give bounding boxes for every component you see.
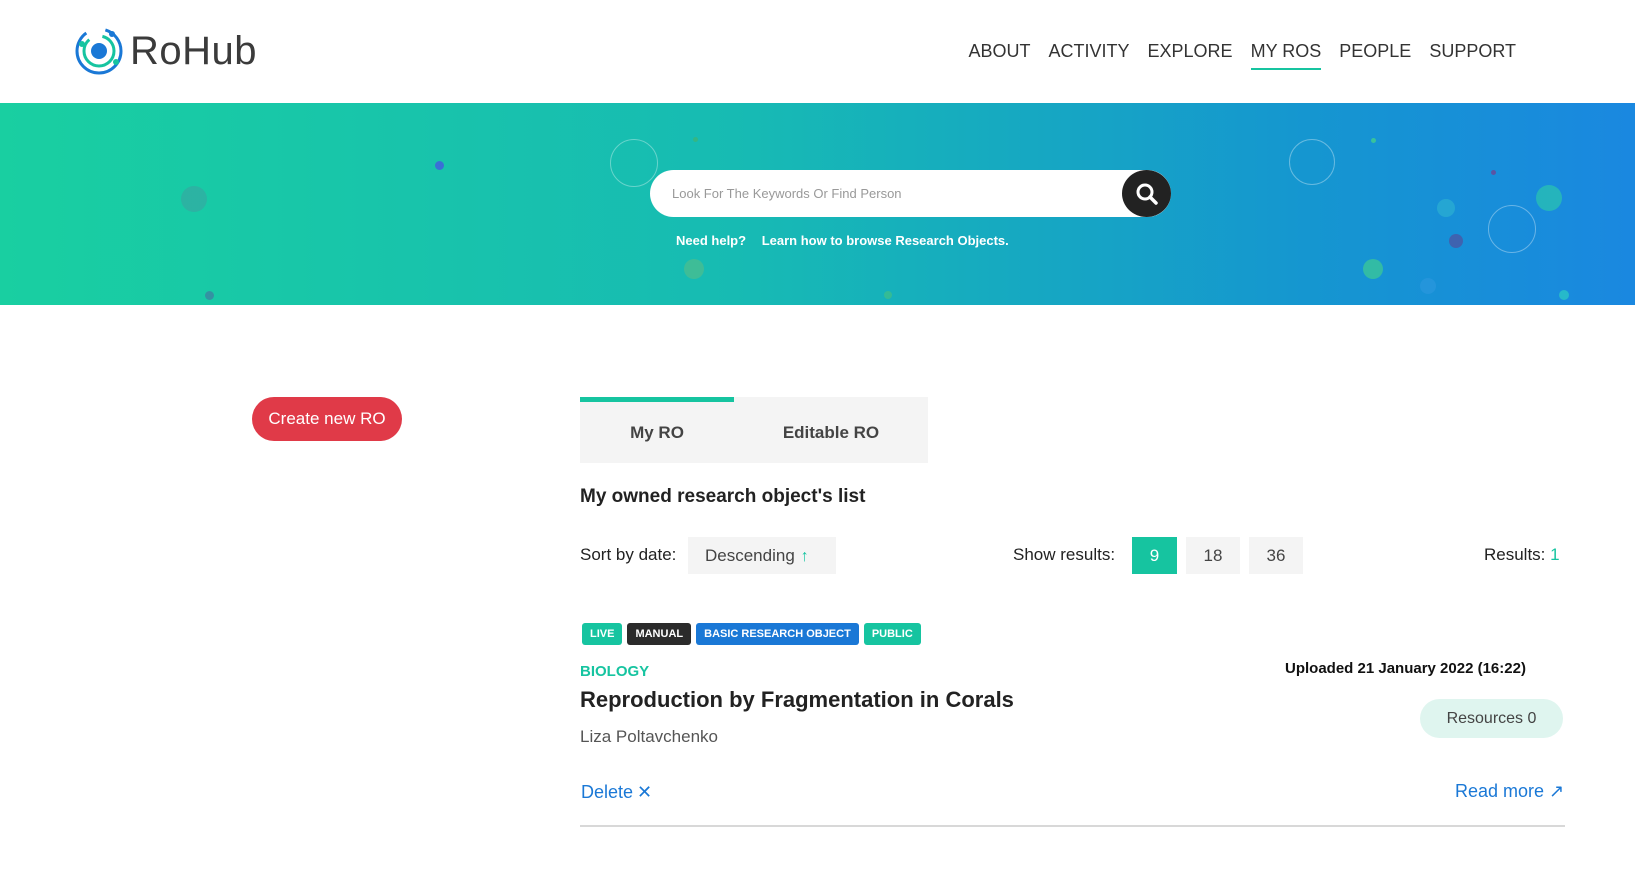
results-count: Results: 1 <box>1484 545 1560 565</box>
ro-tabs: My RO Editable RO <box>580 397 928 463</box>
search-input[interactable] <box>672 170 1112 217</box>
external-arrow-icon: ↗ <box>1549 781 1565 801</box>
decor-dot <box>884 291 892 299</box>
badge-live: LIVE <box>582 623 623 645</box>
decor-dot <box>1559 290 1569 300</box>
read-more-link[interactable]: Read more ↗ <box>1455 781 1564 802</box>
decor-dot <box>1491 170 1496 175</box>
badge-manual: MANUAL <box>627 623 692 645</box>
read-more-label: Read more <box>1455 781 1545 801</box>
nav-about[interactable]: ABOUT <box>960 40 1040 70</box>
results-number: 1 <box>1550 545 1560 564</box>
logo-text: RoHub <box>130 28 258 73</box>
create-new-ro-button[interactable]: Create new RO <box>252 397 402 441</box>
nav-my-ros[interactable]: MY ROS <box>1242 40 1331 70</box>
badge-public: PUBLIC <box>863 623 921 645</box>
arrow-up-icon: ↑ <box>800 548 809 565</box>
chart-bubble-icon <box>610 139 658 187</box>
page-size-36-button[interactable]: 36 <box>1249 537 1303 574</box>
results-label: Results: <box>1484 545 1546 564</box>
tab-editable-ro[interactable]: Editable RO <box>734 397 928 463</box>
decor-dot <box>1437 199 1455 217</box>
nav-people[interactable]: PEOPLE <box>1330 40 1420 70</box>
nav-explore[interactable]: EXPLORE <box>1139 40 1242 70</box>
sort-value: Descending <box>705 546 795 565</box>
decor-dot <box>684 259 704 279</box>
logo-icon <box>75 27 123 75</box>
page-size-9-button[interactable]: 9 <box>1132 537 1177 574</box>
chart-bubble-icon <box>1289 139 1335 185</box>
ro-author: Liza Poltavchenko <box>580 727 718 746</box>
delete-ro-button[interactable]: Delete ✕ <box>581 782 652 803</box>
wave-bubble-icon <box>1488 205 1536 253</box>
badge-basic-research-object: BASIC RESEARCH OBJECT <box>696 623 859 645</box>
ro-uploaded-date: Uploaded 21 January 2022 (16:22) <box>1285 660 1526 677</box>
nav-activity[interactable]: ACTIVITY <box>1040 40 1139 70</box>
decor-dot <box>181 186 207 212</box>
decor-dot <box>1449 234 1463 248</box>
help-label: Need help? <box>676 233 747 248</box>
decor-dot <box>205 291 214 300</box>
decor-dot <box>1536 185 1562 211</box>
decor-dot <box>435 161 444 170</box>
ro-badges: LIVE MANUAL BASIC RESEARCH OBJECT PUBLIC <box>582 623 921 645</box>
help-link[interactable]: Learn how to browse Research Objects. <box>762 233 1009 248</box>
delete-label: Delete <box>581 782 634 802</box>
ro-resources-badge: Resources 0 <box>1420 699 1563 738</box>
sort-label: Sort by date: <box>580 545 677 564</box>
show-results-label: Show results: <box>1013 545 1116 564</box>
item-divider <box>580 825 1565 827</box>
decor-dot <box>1420 278 1436 294</box>
ro-title-link[interactable]: Reproduction by Fragmentation in Corals <box>580 687 1014 713</box>
page-size-18-button[interactable]: 18 <box>1186 537 1240 574</box>
tab-my-ro[interactable]: My RO <box>580 397 734 463</box>
help-text: Need help? Learn how to browse Research … <box>676 233 1009 248</box>
search-button[interactable] <box>1122 170 1171 217</box>
nav-support[interactable]: SUPPORT <box>1420 40 1525 70</box>
decor-dot <box>1363 259 1383 279</box>
rohub-logo[interactable]: RoHub <box>72 24 257 78</box>
list-title: My owned research object's list <box>580 486 866 507</box>
search-icon <box>1136 183 1158 205</box>
site-header: RoHub ABOUT ACTIVITY EXPLORE MY ROS PEOP… <box>0 0 1635 103</box>
sort-date-select[interactable]: Descending ↑ <box>688 537 836 574</box>
close-icon: ✕ <box>637 782 653 802</box>
main-nav: ABOUT ACTIVITY EXPLORE MY ROS PEOPLE SUP… <box>960 40 1526 70</box>
ro-category: BIOLOGY <box>580 663 650 680</box>
decor-dot <box>1371 138 1376 143</box>
decor-dot <box>693 137 698 142</box>
search-bar <box>650 170 1171 217</box>
search-hero: Need help? Learn how to browse Research … <box>0 103 1635 305</box>
